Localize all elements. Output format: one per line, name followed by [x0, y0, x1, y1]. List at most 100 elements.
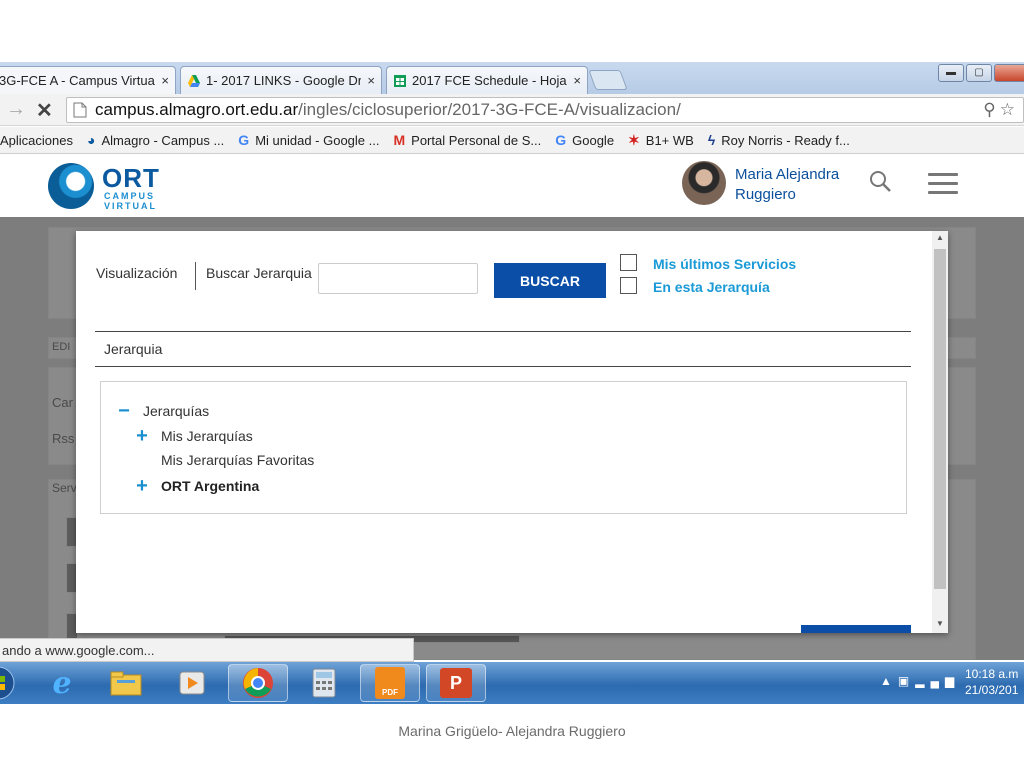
scroll-down-icon[interactable]: ▼ [932, 619, 948, 628]
tab-links[interactable]: 1- 2017 LINKS - Google Dr × [180, 66, 382, 94]
hierarchy-search-input[interactable] [318, 263, 478, 294]
internet-explorer-icon: e [52, 665, 72, 701]
url-host: campus.almagro.ort.edu.ar [95, 100, 299, 119]
bookmark-apps[interactable]: Aplicaciones [0, 133, 73, 148]
hierarchy-dialog: Visualización Buscar Jerarquia BUSCAR Mi… [76, 231, 948, 633]
expand-icon[interactable]: + [133, 476, 151, 496]
bookmarks-bar: Aplicaciones ◕ Almagro - Campus ... G Mi… [0, 127, 1024, 154]
tree-node-mis-jerarquias[interactable]: + Mis Jerarquías [133, 426, 253, 446]
scroll-up-icon[interactable]: ▲ [932, 233, 948, 242]
tab-label: 2017 FCE Schedule - Hoja [412, 73, 567, 88]
close-icon[interactable]: × [367, 73, 375, 88]
divider [195, 262, 196, 290]
divider [95, 331, 911, 332]
stop-icon[interactable]: ✕ [36, 98, 53, 123]
tree-node-ort-argentina[interactable]: + ORT Argentina [133, 476, 260, 496]
star-icon[interactable]: ☆ [1000, 100, 1019, 119]
user-first-name: Maria Alejandra [735, 166, 840, 183]
bookmark-label: Google [572, 132, 615, 148]
bookmark-label: Almagro - Campus ... [101, 132, 225, 148]
calculator-button[interactable] [294, 664, 354, 702]
maximize-button[interactable]: ▢ [966, 64, 992, 82]
new-tab-button[interactable] [588, 70, 628, 90]
bookmark-portal[interactable]: M Portal Personal de S... [393, 132, 541, 148]
close-window-button[interactable] [994, 64, 1024, 82]
tab-strip: 3G-FCE A - Campus Virtua × 1- 2017 LINKS… [0, 62, 1024, 94]
en-esta-jerarquia-checkbox[interactable] [620, 277, 637, 294]
search-icon[interactable] [868, 169, 894, 195]
ort-favicon: ◕ [87, 132, 96, 148]
close-icon[interactable]: × [161, 73, 169, 88]
forward-icon[interactable]: → [6, 98, 26, 121]
background-label: Serv [52, 481, 77, 495]
google-drive-icon [188, 74, 200, 87]
en-esta-jerarquia-label[interactable]: En esta Jerarquía [653, 279, 770, 295]
bookmark-label: B1+ WB [645, 132, 694, 148]
dialog-scrollbar[interactable]: ▲ ▼ [932, 231, 948, 633]
tree-node-label: Mis Jerarquías [161, 428, 253, 444]
expand-icon[interactable]: + [133, 426, 151, 446]
mis-ultimos-servicios-checkbox[interactable] [620, 254, 637, 271]
bookmark-google[interactable]: G Google [555, 132, 614, 148]
ort-logo[interactable]: ORT CAMPUS VIRTUAL [48, 161, 178, 211]
internet-explorer-button[interactable]: e [32, 664, 92, 702]
pdf-icon-label: PDF [382, 688, 398, 697]
omnibox-actions: ⚲☆ [983, 100, 1019, 120]
clock[interactable]: 10:18 a.m 21/03/201 [965, 666, 1018, 698]
file-explorer-button[interactable] [96, 664, 156, 702]
bookmark-roy-norris[interactable]: ϟ Roy Norris - Ready f... [708, 132, 850, 148]
taskbar: e PDF P ▲▣▂▄▆ 10:18 a.m 21/03/201 [0, 662, 1024, 704]
hierarchy-tree: − Jerarquías + Mis Jerarquías Mis Jerarq… [100, 381, 907, 514]
collapse-icon[interactable]: − [115, 401, 133, 421]
roy-norris-icon: ϟ [707, 132, 716, 148]
bookmark-b1[interactable]: ✶ B1+ WB [628, 132, 694, 149]
bookmark-almagro[interactable]: ◕ Almagro - Campus ... [87, 132, 224, 148]
divider [95, 366, 911, 367]
pdf-reader-button[interactable]: PDF [360, 664, 420, 702]
tab-label: 1- 2017 LINKS - Google Dr [206, 73, 362, 88]
calculator-icon [312, 668, 336, 698]
window-controls: ▬ ▢ [936, 64, 1024, 82]
show-hidden-icons-icon[interactable]: ▲ [880, 674, 898, 688]
logo-sub-line1: CAMPUS [104, 191, 156, 201]
tree-node-favoritas[interactable]: Mis Jerarquías Favoritas [133, 452, 314, 468]
windows-logo-icon [0, 666, 15, 700]
bookmark-label: Roy Norris - Ready f... [721, 132, 850, 148]
background-label: Rss [52, 431, 75, 446]
google-g-icon: G [555, 132, 567, 148]
address-bar[interactable]: campus.almagro.ort.edu.ar /ingles/ciclos… [66, 97, 1024, 123]
tree-node-label: Jerarquías [143, 403, 210, 419]
scrollbar-thumb[interactable] [934, 249, 946, 589]
buscar-button[interactable]: BUSCAR [494, 263, 606, 298]
jerarquia-header: Jerarquia [104, 341, 163, 357]
network-icon[interactable]: ▣ [898, 674, 915, 688]
dialog-action-button[interactable] [801, 625, 911, 633]
mis-ultimos-servicios-label[interactable]: Mis últimos Servicios [653, 256, 796, 272]
zoom-icon[interactable]: ⚲ [983, 100, 999, 119]
media-player-button[interactable] [162, 664, 222, 702]
tree-node-label: ORT Argentina [161, 478, 260, 494]
bookmark-mi-unidad[interactable]: G Mi unidad - Google ... [238, 132, 379, 148]
background-label: EDI [52, 341, 71, 353]
close-icon[interactable]: × [573, 73, 581, 88]
signal-icon[interactable]: ▂▄▆ [915, 674, 960, 688]
tree-node-label: Mis Jerarquías Favoritas [161, 452, 315, 468]
hamburger-menu-icon[interactable] [928, 173, 958, 195]
url-path: /ingles/ciclosuperior/2017-3G-FCE-A/visu… [298, 100, 681, 119]
logo-sub-line2: VIRTUAL [104, 201, 157, 211]
user-name[interactable]: Maria Alejandra Ruggiero [735, 165, 839, 205]
site-header: ORT CAMPUS VIRTUAL Maria Alejandra Ruggi… [0, 155, 1024, 217]
minimize-button[interactable]: ▬ [938, 64, 964, 82]
avatar[interactable] [682, 161, 726, 205]
start-orb[interactable] [0, 664, 18, 702]
chrome-button[interactable] [228, 664, 288, 702]
clock-date: 21/03/201 [965, 683, 1019, 697]
tab-campus-virtual[interactable]: 3G-FCE A - Campus Virtua × [0, 66, 176, 94]
pdf-icon: PDF [375, 667, 405, 699]
tree-node-jerarquias[interactable]: − Jerarquías [115, 401, 210, 421]
tab-schedule[interactable]: 2017 FCE Schedule - Hoja × [386, 66, 588, 94]
user-last-name: Ruggiero [735, 186, 796, 203]
powerpoint-button[interactable]: P [426, 664, 486, 702]
visualizacion-label: Visualización [96, 265, 178, 281]
bookmark-label: Portal Personal de S... [411, 132, 542, 148]
